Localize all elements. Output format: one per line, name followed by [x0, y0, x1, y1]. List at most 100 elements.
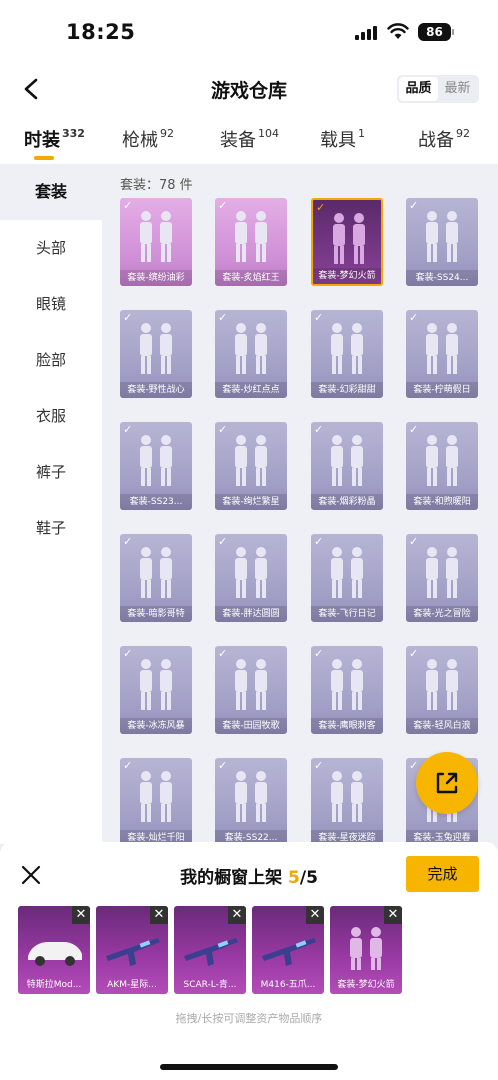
outfit-card[interactable]: ✓ 套装-鹰眼刺客: [311, 646, 383, 734]
sidebar-item-shoes[interactable]: 鞋子: [0, 500, 102, 556]
outfit-figure-icon: [235, 211, 267, 262]
tab-equipment[interactable]: 装备 104: [220, 126, 279, 152]
sort-toggle: 品质 最新: [397, 75, 479, 103]
shelf-item-name: M416-五爪...: [260, 980, 316, 990]
tab-label: 装备: [220, 130, 256, 151]
outfit-card[interactable]: ✓ 套装-暗影哥特: [120, 534, 192, 622]
tab-label: 时装: [24, 130, 60, 151]
shelf-item[interactable]: ✕ AKM-星际...: [96, 906, 168, 994]
outfit-card[interactable]: ✓ 套装-和煦暖阳: [406, 422, 478, 510]
cellular-signal-icon: [355, 26, 377, 40]
tab-count: 92: [160, 127, 174, 140]
outfit-name: 套装-冰冻风暴: [120, 718, 192, 734]
rifle-icon: [106, 938, 160, 966]
outfit-figure-icon: [140, 659, 172, 710]
outfit-figure-icon: [140, 547, 172, 598]
remove-icon[interactable]: ✕: [150, 906, 168, 924]
shelf-item[interactable]: ✕ 特斯拉Mod...: [18, 906, 90, 994]
tab-combat-gear[interactable]: 战备 92: [418, 126, 470, 152]
outfit-name: 套装-炙焰红王: [215, 270, 287, 286]
battery-tip: [452, 29, 454, 35]
outfit-figure-icon: [426, 435, 458, 486]
remove-icon[interactable]: ✕: [72, 906, 90, 924]
showcase-sheet: 我的橱窗上架 5/5 完成 ✕ 特斯拉Mod... ✕ AKM-星际... ✕ SCAR-…: [0, 842, 498, 1080]
sort-quality-option[interactable]: 品质: [399, 77, 438, 101]
top-nav: 游戏仓库 品质 最新: [0, 64, 498, 116]
outfit-name: 套装-柠萌假日: [406, 382, 478, 398]
outfit-name: 套装-胖达圆圆: [215, 606, 287, 622]
remove-icon[interactable]: ✕: [228, 906, 246, 924]
outfit-card[interactable]: ✓ 套装-野性战心: [120, 310, 192, 398]
tab-vehicles[interactable]: 载具 1: [320, 126, 365, 152]
outfit-name: 套装-暗影哥特: [120, 606, 192, 622]
outfit-name: 套装-烟彩粉晶: [311, 494, 383, 510]
outfit-figure-icon: [235, 323, 267, 374]
outfit-card[interactable]: ✓ 套装-炒红点点: [215, 310, 287, 398]
outfit-figure-icon: [426, 659, 458, 710]
share-button[interactable]: [416, 752, 478, 814]
rifle-icon: [262, 938, 316, 966]
outfit-card[interactable]: ✓ 套装-星夜迷踪: [311, 758, 383, 844]
outfit-card[interactable]: ✓ 套装-SS22...: [215, 758, 287, 844]
shelf-item[interactable]: ✕ SCAR-L-青...: [174, 906, 246, 994]
outfit-card[interactable]: ✓ 套装-烟彩粉晶: [311, 422, 383, 510]
sort-newest-option[interactable]: 最新: [438, 77, 477, 101]
outfit-name: 套装-和煦暖阳: [406, 494, 478, 510]
outfit-name: 套装-SS24...: [406, 270, 478, 286]
outfit-figure-icon: [331, 323, 363, 374]
tab-guns[interactable]: 枪械 92: [122, 126, 174, 152]
outfit-card[interactable]: ✓ 套装-光之冒险: [406, 534, 478, 622]
tab-label: 载具: [320, 130, 356, 151]
outfit-card[interactable]: ✓ 套装-轻风白浪: [406, 646, 478, 734]
active-tab-indicator: [34, 156, 54, 160]
reorder-hint: 拖拽/长按可调整资产物品顺序: [175, 1012, 323, 1025]
sidebar-item-face[interactable]: 脸部: [0, 332, 102, 388]
tab-fashion[interactable]: 时装 332: [24, 126, 85, 160]
shelf-item[interactable]: ✕ 套装-梦幻火箭: [330, 906, 402, 994]
car-icon: [28, 942, 82, 966]
status-bar: 18:25 86: [0, 0, 498, 64]
outfit-card[interactable]: ✓ 套装-飞行日记: [311, 534, 383, 622]
outfit-figure-icon: [140, 211, 172, 262]
outfit-card[interactable]: ✓ 套装-幻彩甜甜: [311, 310, 383, 398]
outfit-card[interactable]: ✓ 套装-柠萌假日: [406, 310, 478, 398]
outfit-name: 套装-幻彩甜甜: [311, 382, 383, 398]
outfit-card[interactable]: ✓ 套装-梦幻火箭: [311, 198, 383, 286]
outfit-figure-icon: [331, 771, 363, 822]
tab-count: 1: [358, 127, 365, 140]
sidebar-item-sets[interactable]: 套装: [0, 164, 102, 220]
sidebar-item-head[interactable]: 头部: [0, 220, 102, 276]
outfit-name: 套装-野性战心: [120, 382, 192, 398]
outfit-card[interactable]: ✓ 套装-冰冻风暴: [120, 646, 192, 734]
remove-icon[interactable]: ✕: [384, 906, 402, 924]
outfit-card[interactable]: ✓ 套装-田园牧歌: [215, 646, 287, 734]
outfit-figure-icon: [331, 659, 363, 710]
outfit-name: 套装-绚烂繁星: [215, 494, 287, 510]
outfit-name: 套装-炒红点点: [215, 382, 287, 398]
outfit-figure-icon: [331, 435, 363, 486]
done-button[interactable]: 完成: [406, 856, 479, 892]
outfit-card[interactable]: ✓ 套装-灿烂千阳: [120, 758, 192, 844]
outfit-figure-icon: [140, 435, 172, 486]
outfit-figure-icon: [140, 323, 172, 374]
outfit-card[interactable]: ✓ 套装-SS24...: [406, 198, 478, 286]
shelf-item-name: AKM-星际...: [107, 980, 157, 990]
outfit-card[interactable]: ✓ 套装-炙焰红王: [215, 198, 287, 286]
outfit-card[interactable]: ✓ 套装-SS23...: [120, 422, 192, 510]
sidebar-item-glasses[interactable]: 眼镜: [0, 276, 102, 332]
outfit-card[interactable]: ✓ 套装-缤纷油彩: [120, 198, 192, 286]
sidebar-item-clothes[interactable]: 衣服: [0, 388, 102, 444]
outfit-name: 套装-光之冒险: [406, 606, 478, 622]
outfit-card[interactable]: ✓ 套装-胖达圆圆: [215, 534, 287, 622]
outfit-card[interactable]: ✓ 套装-绚烂繁星: [215, 422, 287, 510]
sheet-title-text: 我的橱窗上架: [180, 868, 283, 888]
outfit-figure-icon: [333, 213, 365, 264]
outfit-figure-icon: [140, 771, 172, 822]
outfit-figure-icon: [426, 547, 458, 598]
outfit-name: 套装-SS23...: [120, 494, 192, 510]
status-time: 18:25: [66, 20, 136, 44]
remove-icon[interactable]: ✕: [306, 906, 324, 924]
sidebar-item-pants[interactable]: 裤子: [0, 444, 102, 500]
shelf-item[interactable]: ✕ M416-五爪...: [252, 906, 324, 994]
wifi-icon: [387, 23, 409, 39]
